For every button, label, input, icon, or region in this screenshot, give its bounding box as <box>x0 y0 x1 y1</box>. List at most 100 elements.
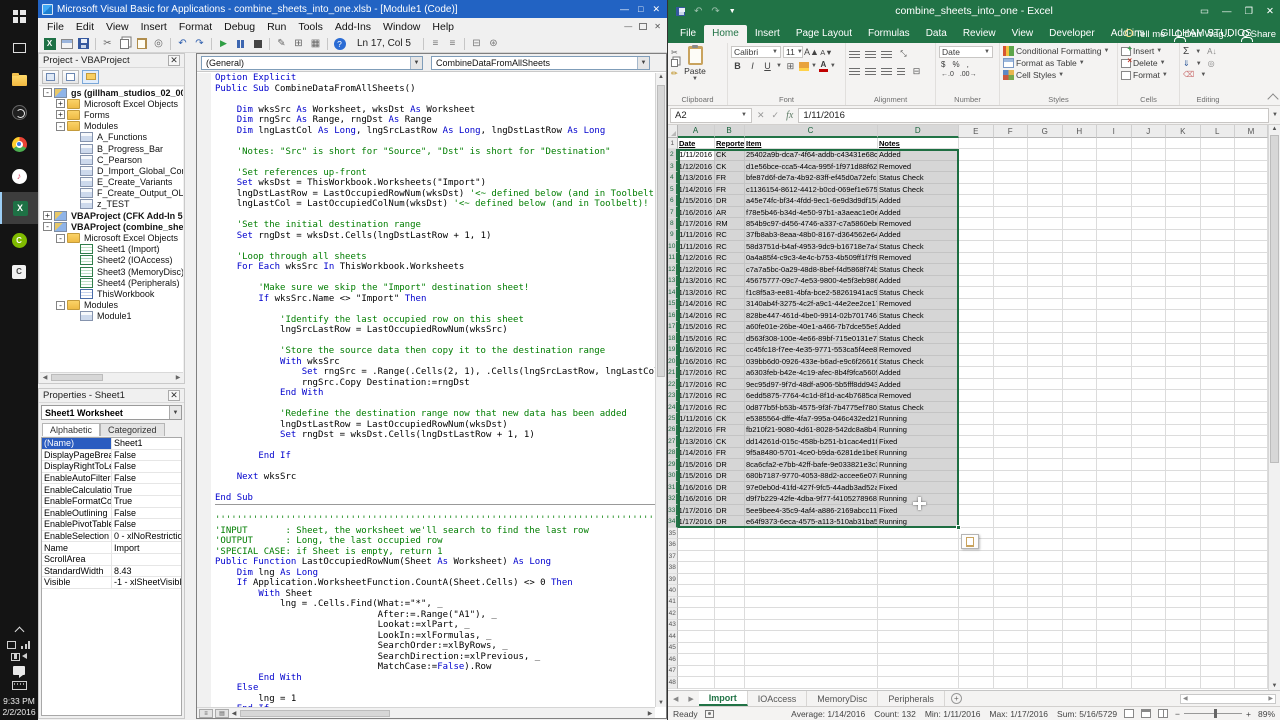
tree-item[interactable]: -Modules <box>40 121 183 132</box>
tree-expander-icon[interactable]: - <box>56 234 65 243</box>
grid-cell[interactable] <box>1097 356 1132 367</box>
grid-cell[interactable] <box>1063 161 1098 172</box>
row-header-22[interactable]: 22 <box>668 379 678 390</box>
grid-cell[interactable] <box>1132 299 1167 310</box>
grid-cell[interactable] <box>994 482 1029 493</box>
row-header-32[interactable]: 32 <box>668 494 678 505</box>
chevron-down-icon[interactable]: ▼ <box>830 63 836 69</box>
module-restore-button[interactable] <box>639 23 647 30</box>
scrollbar-thumb[interactable] <box>657 85 665 377</box>
grid-cell[interactable]: 5ee9bee4-35c9-4af4-a886-2169abcc110f <box>745 505 878 516</box>
scroll-right-icon[interactable]: ▶ <box>173 374 183 381</box>
tree-item[interactable]: -gs (gillham_studios_02_00_02 <box>40 87 183 98</box>
grid-cell[interactable] <box>1063 195 1098 206</box>
grid-cell[interactable]: e5385564-dffe-4fa7-995a-046c432ed21a <box>745 413 878 424</box>
grid-cell[interactable] <box>1166 413 1201 424</box>
grid-cell[interactable] <box>678 608 715 619</box>
grid-cell[interactable] <box>1063 562 1098 573</box>
grid-cell[interactable] <box>678 585 715 596</box>
tree-expander-icon[interactable]: + <box>43 211 52 220</box>
ribbon-tab-file[interactable]: File <box>672 25 704 43</box>
grid-cell[interactable] <box>1132 333 1167 344</box>
grid-cell[interactable] <box>1201 597 1236 608</box>
grid-cell[interactable] <box>1235 218 1268 229</box>
grid-cell[interactable] <box>959 654 994 665</box>
grid-cell[interactable] <box>678 597 715 608</box>
grid-cell[interactable] <box>715 608 745 619</box>
grid-cell[interactable] <box>715 666 745 677</box>
grid-cell[interactable] <box>1028 436 1063 447</box>
grid-cell[interactable]: DR <box>715 482 745 493</box>
grid-cell[interactable]: 039bb6d0-0926-433e-b6ad-e9c6f26616c8 <box>745 356 878 367</box>
grid-cell[interactable] <box>1097 471 1132 482</box>
grid-cell[interactable] <box>715 551 745 562</box>
grid-cell[interactable] <box>1028 276 1063 287</box>
grid-cell[interactable]: 9ec95d97-9f7d-48df-a906-5b5fff8dd943 <box>745 379 878 390</box>
grid-cell[interactable]: Running <box>878 516 960 527</box>
grid-cell[interactable] <box>715 677 745 688</box>
tab-alphabetic[interactable]: Alphabetic <box>42 423 100 436</box>
grid-cell[interactable] <box>1166 562 1201 573</box>
grid-cell[interactable] <box>1235 436 1268 447</box>
grid-cell[interactable] <box>678 574 715 585</box>
grid-cell[interactable] <box>994 585 1029 596</box>
font-name-combo[interactable]: Calibri▼ <box>731 46 781 58</box>
grid-cell[interactable] <box>1132 643 1167 654</box>
grid-cell[interactable]: FR <box>715 172 745 183</box>
grid-cell[interactable] <box>715 631 745 642</box>
grid-cell[interactable] <box>1166 471 1201 482</box>
grid-cell[interactable] <box>1063 482 1098 493</box>
cancel-icon[interactable]: ✕ <box>755 110 767 121</box>
tree-expander-icon[interactable]: + <box>56 99 65 108</box>
increase-font-icon[interactable]: A▲ <box>805 46 818 58</box>
expand-formula-bar-icon[interactable]: ▼ <box>1272 112 1278 118</box>
grid-cell[interactable] <box>678 666 715 677</box>
menu-tools[interactable]: Tools <box>292 20 329 34</box>
comment-block-button[interactable]: ⊟ <box>469 37 484 51</box>
menu-format[interactable]: Format <box>173 20 218 34</box>
grid-cell[interactable] <box>959 494 994 505</box>
grid-cell[interactable] <box>1166 448 1201 459</box>
grid-cell[interactable] <box>959 333 994 344</box>
row-header-28[interactable]: 28 <box>668 448 678 459</box>
grid-cell[interactable] <box>1097 505 1132 516</box>
grid-cell[interactable]: Added <box>878 276 960 287</box>
grid-cell[interactable] <box>1235 574 1268 585</box>
grid-cell[interactable] <box>994 230 1029 241</box>
grid-cell[interactable]: 1/11/2016 <box>678 413 715 424</box>
grid-cell[interactable] <box>959 551 994 562</box>
grid-cell[interactable] <box>1166 322 1201 333</box>
grid-cell[interactable] <box>1097 207 1132 218</box>
start-button[interactable] <box>0 0 38 32</box>
row-header-23[interactable]: 23 <box>668 390 678 401</box>
grid-cell[interactable] <box>1166 310 1201 321</box>
grid-cell[interactable]: Status Check <box>878 264 960 275</box>
grid-cell[interactable] <box>959 138 994 149</box>
grid-cell[interactable]: Running <box>878 459 960 470</box>
grid-cell[interactable] <box>1235 195 1268 206</box>
grid-cell[interactable]: dd14261d-015c-458b-b251-b1cac4ed1f4a <box>745 436 878 447</box>
grid-cell[interactable] <box>994 207 1029 218</box>
grid-cell[interactable] <box>1201 654 1236 665</box>
grid-cell[interactable] <box>959 195 994 206</box>
grid-cell[interactable] <box>959 562 994 573</box>
grid-cell[interactable] <box>878 528 960 539</box>
grid-cell[interactable]: FR <box>715 448 745 459</box>
outdent-button[interactable]: ≡ <box>445 37 460 51</box>
row-header-38[interactable]: 38 <box>668 562 678 573</box>
row-header-41[interactable]: 41 <box>668 597 678 608</box>
grid-cell[interactable]: Running <box>878 413 960 424</box>
grid-cell[interactable] <box>994 459 1029 470</box>
grid-cell[interactable] <box>878 562 960 573</box>
grid-cell[interactable]: RC <box>715 264 745 275</box>
row-header-26[interactable]: 26 <box>668 425 678 436</box>
autosum-icon[interactable]: Σ <box>1183 46 1189 57</box>
grid-cell[interactable] <box>678 539 715 550</box>
share-button[interactable]: Share <box>1242 29 1276 40</box>
column-header-h[interactable]: H <box>1063 125 1098 138</box>
grid-cell[interactable] <box>1028 471 1063 482</box>
grid-cell[interactable]: RC <box>715 276 745 287</box>
procedure-view-button[interactable]: ≡ <box>199 709 213 718</box>
row-header-27[interactable]: 27 <box>668 436 678 447</box>
grid-cell[interactable] <box>1028 494 1063 505</box>
